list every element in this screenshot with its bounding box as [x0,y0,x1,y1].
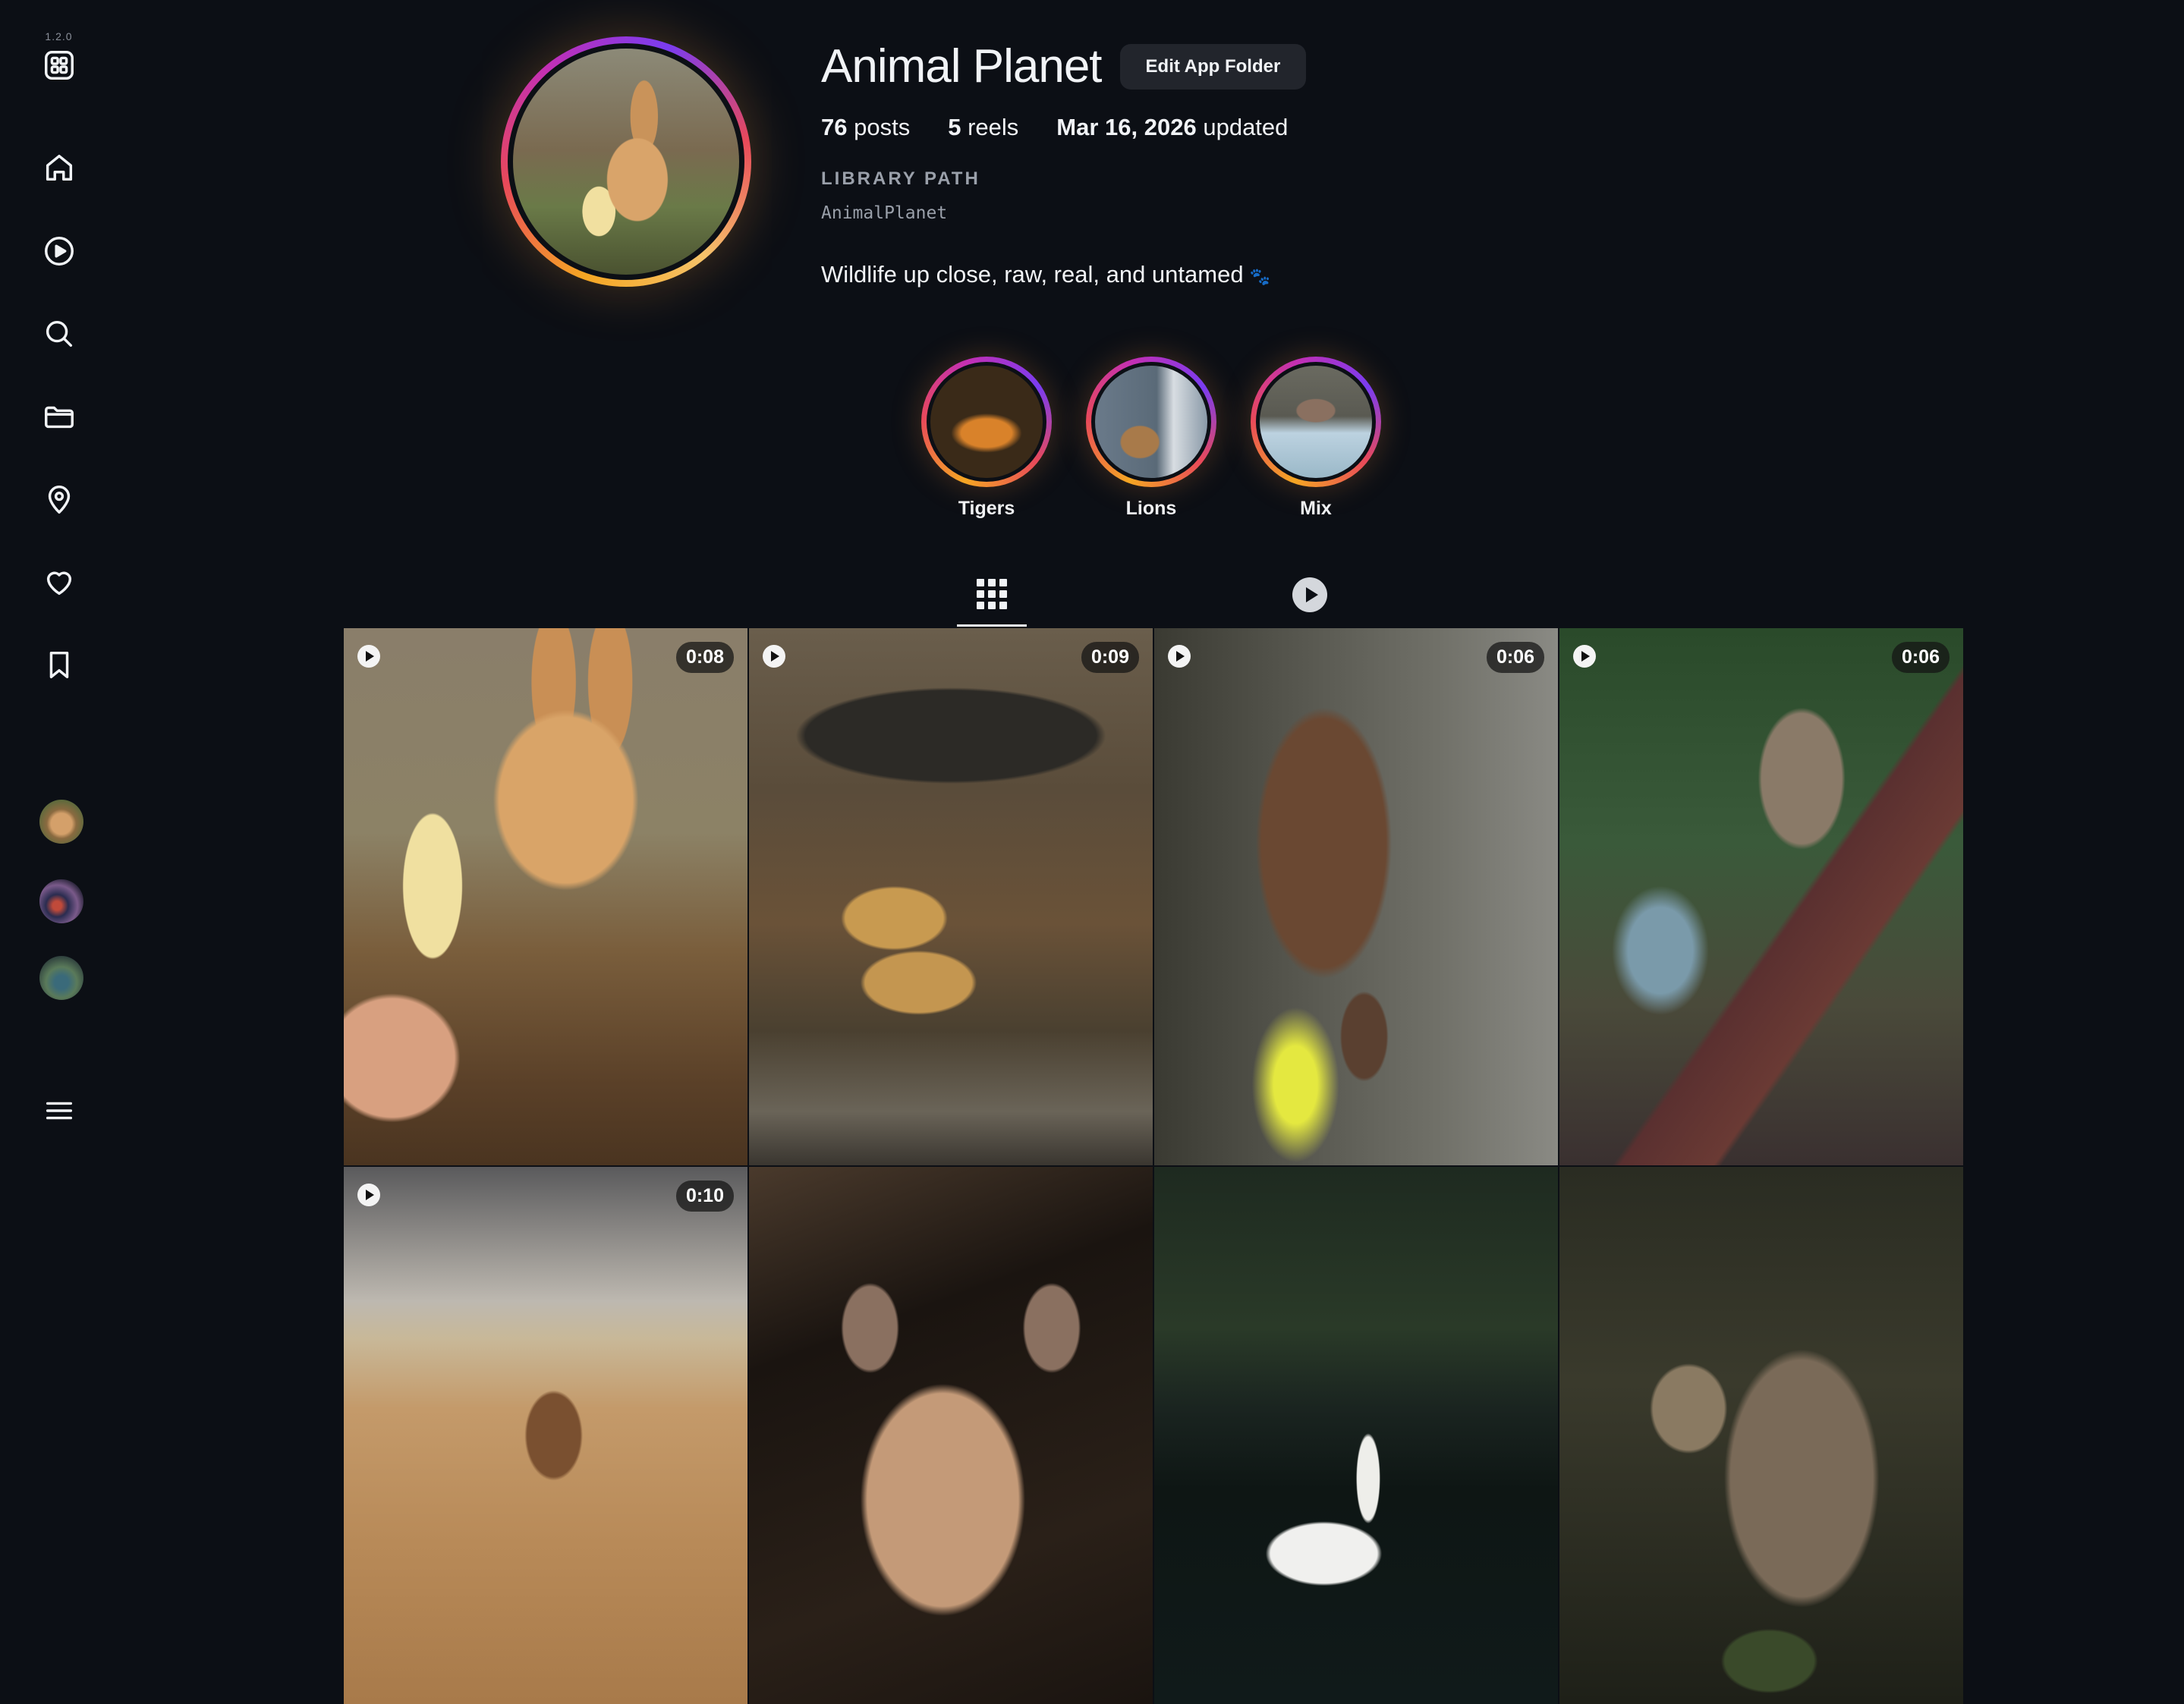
video-play-icon [357,1184,380,1206]
video-duration: 0:09 [1081,642,1139,673]
apps-grid-icon [45,51,74,80]
post-tile-cougar[interactable] [749,1167,1153,1704]
paw-icon: 🐾 [1249,267,1270,286]
post-tile-lynx[interactable] [1559,1167,1963,1704]
bookmark-icon [49,651,69,679]
folder-icon [45,406,74,429]
search-icon [46,320,73,347]
recent-folder-avatar-3[interactable] [39,956,83,1000]
profile-name: Animal Planet [821,40,1103,93]
posts-stat: 76 posts [821,114,911,140]
highlight-label: Lions [1125,498,1177,519]
video-duration: 0:06 [1486,642,1544,673]
profile-stats: 76 posts 5 reels Mar 16, 2026 updated [821,114,1288,141]
posts-grid: 0:08 0:09 0:06 0:06 0:10 [344,628,1963,1704]
library-path-label: LIBRARY PATH [821,168,980,189]
saved-button[interactable] [32,637,87,692]
highlight-lions-image [1095,366,1207,478]
highlight-tigers-image [930,366,1043,478]
recent-folder-avatar-2[interactable] [39,879,83,923]
hamburger-menu-icon [46,1102,73,1120]
sidebar: 1.2.0 [0,0,118,1699]
location-pin-icon [48,485,71,514]
video-play-icon [1168,645,1191,668]
post-tile-deer[interactable]: 0:06 [1154,628,1558,1165]
play-circle-icon [45,237,74,266]
highlight-tigers[interactable]: Tigers [918,357,1055,520]
post-tile-swan[interactable] [1154,1167,1558,1704]
post-tile-rabbit[interactable]: 0:08 [344,628,747,1165]
profile-avatar[interactable] [501,36,751,287]
folders-button[interactable] [32,389,87,444]
video-duration: 0:06 [1891,642,1950,673]
post-tile-camel[interactable]: 0:10 [344,1167,747,1704]
video-play-icon [1573,645,1596,668]
recent-folder-avatar-1[interactable] [39,800,83,844]
reels-button[interactable] [32,224,87,278]
home-button[interactable] [32,140,87,195]
highlight-label: Tigers [958,498,1015,519]
favorites-button[interactable] [32,555,87,609]
tab-reels[interactable] [1275,563,1345,627]
video-play-icon [763,645,785,668]
profile-bio: Wildlife up close, raw, real, and untame… [821,261,1270,288]
tab-posts-grid[interactable] [957,563,1027,627]
library-path-value: AnimalPlanet [821,203,948,223]
search-button[interactable] [32,307,87,361]
highlight-lions[interactable]: Lions [1083,357,1219,520]
highlight-label: Mix [1300,498,1332,519]
highlight-mix-image [1260,366,1372,478]
video-duration: 0:08 [675,642,734,673]
profile-avatar-image [513,49,739,275]
video-duration: 0:10 [675,1181,734,1212]
reels-stat: 5 reels [948,114,1019,140]
highlight-mix[interactable]: Mix [1248,357,1384,520]
edit-app-folder-button[interactable]: Edit App Folder [1119,43,1307,90]
post-tile-leopards[interactable]: 0:09 [749,628,1153,1165]
grid-icon [977,578,1007,609]
profile-title-row: Animal Planet Edit App Folder [821,39,1307,93]
video-play-icon [357,645,380,668]
menu-button[interactable] [32,1083,87,1138]
post-tile-squirrel[interactable]: 0:06 [1559,628,1963,1165]
places-button[interactable] [32,472,87,527]
updated-stat: Mar 16, 2026 updated [1056,114,1289,140]
apps-button[interactable] [32,38,87,93]
heart-icon [46,571,72,596]
play-circle-icon [1292,577,1327,612]
home-icon [46,154,73,181]
